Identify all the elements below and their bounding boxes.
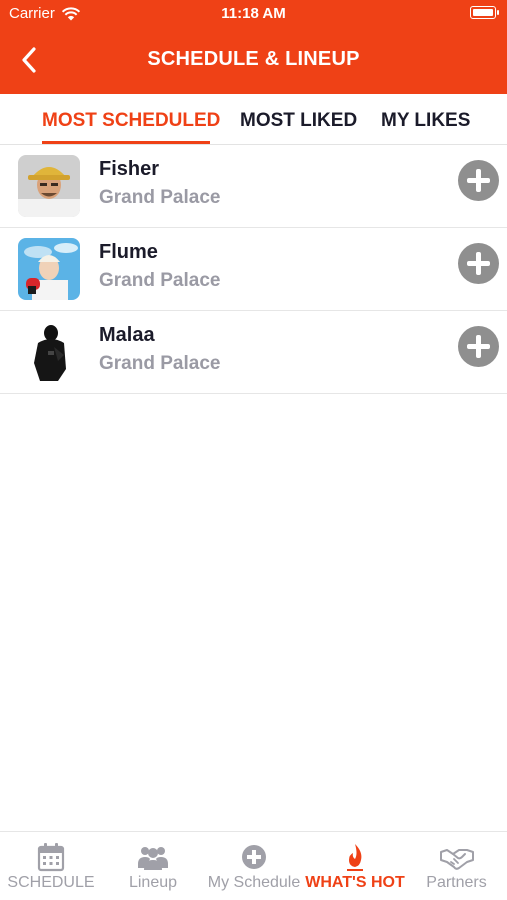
tab-bar-label: WHAT'S HOT xyxy=(305,874,405,891)
artist-venue: Grand Palace xyxy=(99,187,221,208)
artist-name: Flume xyxy=(99,241,158,263)
artist-venue: Grand Palace xyxy=(99,270,221,291)
tab-bar-whats-hot[interactable]: WHAT'S HOT xyxy=(304,832,406,900)
add-to-schedule-button[interactable] xyxy=(458,243,499,284)
nav-bar: SCHEDULE & LINEUP xyxy=(0,28,507,94)
tab-bar-lineup[interactable]: Lineup xyxy=(102,832,204,900)
avatar xyxy=(18,238,80,300)
people-icon xyxy=(138,847,168,870)
active-tab-indicator xyxy=(42,141,210,144)
tab-bar-partners[interactable]: Partners xyxy=(406,832,507,900)
flame-icon xyxy=(347,844,363,871)
tab-bar-label: SCHEDULE xyxy=(7,874,95,891)
tab-most-scheduled[interactable]: MOST SCHEDULED xyxy=(42,110,220,132)
tab-bar-my-schedule[interactable]: My Schedule xyxy=(204,832,304,900)
segment-tabs: MOST SCHEDULED MOST LIKED MY LIKES xyxy=(0,94,507,145)
tab-bar-label: Partners xyxy=(426,874,487,891)
status-bar: Carrier 11:18 AM xyxy=(0,0,507,28)
calendar-icon xyxy=(37,843,65,872)
bottom-tab-bar: SCHEDULE Lineup My Schedule WHAT'S HOT P… xyxy=(0,831,507,900)
list-item[interactable]: Fisher Grand Palace xyxy=(0,145,507,228)
app-header: Carrier 11:18 AM SCHEDULE & LINEUP xyxy=(0,0,507,94)
add-to-schedule-button[interactable] xyxy=(458,160,499,201)
artist-name: Fisher xyxy=(99,158,160,180)
page-title: SCHEDULE & LINEUP xyxy=(147,48,360,70)
tab-my-likes[interactable]: MY LIKES xyxy=(381,110,470,132)
tab-bar-schedule[interactable]: SCHEDULE xyxy=(0,832,102,900)
artist-name: Malaa xyxy=(99,324,155,346)
tab-bar-label: Lineup xyxy=(128,874,178,891)
tab-most-liked[interactable]: MOST LIKED xyxy=(240,110,357,132)
avatar xyxy=(18,321,80,383)
artist-venue: Grand Palace xyxy=(99,353,221,374)
tab-bar-label: My Schedule xyxy=(207,874,301,891)
plus-circle-icon xyxy=(242,845,266,869)
artist-list: Fisher Grand Palace Flume Grand Palace M… xyxy=(0,145,507,394)
list-item[interactable]: Malaa Grand Palace xyxy=(0,311,507,394)
battery-icon xyxy=(470,6,499,19)
list-item[interactable]: Flume Grand Palace xyxy=(0,228,507,311)
avatar xyxy=(18,155,80,217)
add-to-schedule-button[interactable] xyxy=(458,326,499,367)
status-time: 11:18 AM xyxy=(221,5,286,22)
handshake-icon xyxy=(439,849,474,870)
